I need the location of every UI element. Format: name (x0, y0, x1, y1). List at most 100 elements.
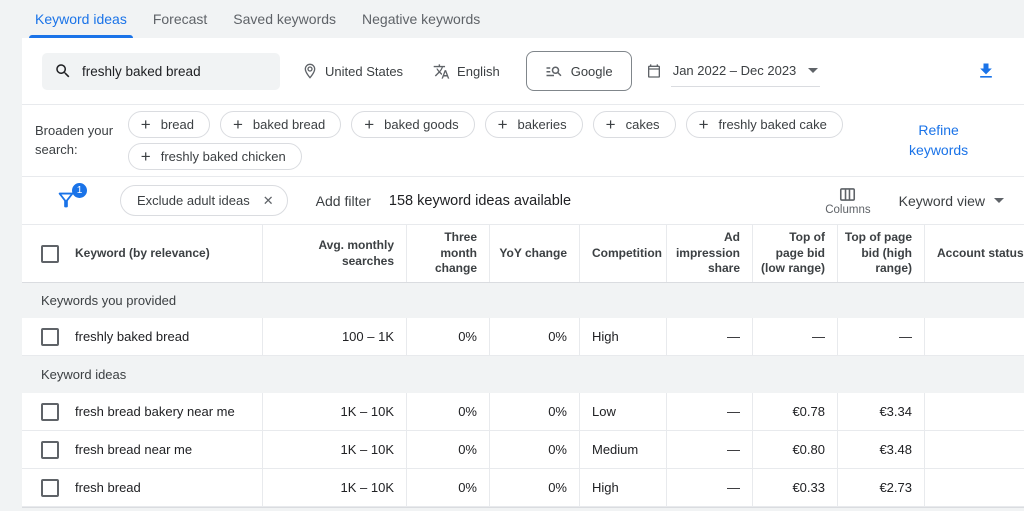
row-checkbox[interactable] (41, 403, 59, 421)
select-all-checkbox[interactable] (41, 245, 59, 263)
bid-low-cell: €0.33 (753, 469, 838, 506)
column-header-keyword[interactable]: Keyword (by relevance) (75, 246, 210, 262)
broaden-chip-cakes[interactable]: + cakes (593, 111, 676, 138)
location-label: United States (325, 64, 403, 79)
chevron-down-icon (808, 68, 818, 73)
chip-label: baked bread (253, 117, 325, 132)
chip-label: cakes (626, 117, 660, 132)
tab-label: Negative keywords (362, 11, 480, 27)
broaden-chip-bread[interactable]: +bread (128, 111, 210, 138)
bid-high-cell: — (838, 318, 925, 355)
three-month-change-cell: 0% (407, 431, 490, 468)
calendar-icon (646, 63, 662, 79)
location-pin-icon (302, 63, 318, 79)
filter-funnel-button[interactable]: 1 (55, 189, 79, 213)
keyword-view-label: Keyword view (899, 193, 985, 209)
bid-low-cell: — (753, 318, 838, 355)
column-header-top-of-page-bid-high[interactable]: Top of page bid (high range) (838, 225, 925, 282)
column-header-account-status[interactable]: Account status (925, 225, 1024, 282)
download-icon (976, 61, 996, 81)
tab-forecast[interactable]: Forecast (153, 0, 207, 38)
search-toolbar: United States English Google Jan (22, 38, 1024, 105)
broaden-chip-baked-goods[interactable]: + baked goods (351, 111, 474, 138)
table-row: fresh bread near me 1K – 10K 0% 0% Mediu… (22, 431, 1024, 469)
row-checkbox[interactable] (41, 441, 59, 459)
three-month-change-cell: 0% (407, 469, 490, 506)
search-input[interactable] (82, 64, 268, 79)
plus-icon: + (699, 116, 709, 133)
column-header-competition[interactable]: Competition (580, 225, 667, 282)
column-header-avg-monthly-searches[interactable]: Avg. monthly searches (263, 225, 407, 282)
bid-high-cell: €3.48 (838, 431, 925, 468)
location-selector[interactable]: United States (302, 63, 403, 79)
column-header-three-month-change[interactable]: Three month change (407, 225, 490, 282)
competition-cell: Low (580, 393, 667, 430)
bid-low-cell: €0.78 (753, 393, 838, 430)
broaden-chip-freshly-baked-chicken[interactable]: +freshly baked chicken (128, 143, 302, 170)
row-checkbox[interactable] (41, 479, 59, 497)
keyword-search-box[interactable] (42, 53, 280, 90)
close-icon[interactable]: ✕ (263, 193, 274, 209)
chip-label: freshly baked cake (719, 117, 827, 132)
date-range-label: Jan 2022 – Dec 2023 (673, 63, 797, 78)
table-row: freshly baked bread 100 – 1K 0% 0% High … (22, 318, 1024, 356)
bid-high-cell: €3.34 (838, 393, 925, 430)
account-status-cell (925, 431, 1024, 468)
competition-cell: High (580, 318, 667, 355)
yoy-change-cell: 0% (490, 469, 580, 506)
account-status-cell (925, 393, 1024, 430)
active-filter-chip[interactable]: Exclude adult ideas ✕ (120, 185, 288, 216)
chevron-down-icon (994, 198, 1004, 203)
yoy-change-cell: 0% (490, 393, 580, 430)
avg-searches-cell: 1K – 10K (263, 393, 407, 430)
chip-label: freshly baked chicken (161, 149, 286, 164)
keyword-planner-screen: Keyword ideas Forecast Saved keywords Ne… (0, 0, 1024, 511)
keyword-view-dropdown[interactable]: Keyword view (899, 193, 1004, 209)
tab-label: Forecast (153, 11, 207, 27)
avg-searches-cell: 1K – 10K (263, 469, 407, 506)
refine-keywords-link[interactable]: Refine keywords (895, 121, 982, 160)
add-filter-button[interactable]: Add filter (316, 193, 371, 209)
translate-icon (433, 63, 450, 80)
columns-button[interactable]: Columns (825, 185, 870, 216)
broaden-search-label: Broaden your search: (35, 122, 124, 160)
column-header-yoy-change[interactable]: YoY change (490, 225, 580, 282)
broaden-search-section: Broaden your search: +bread + baked bread… (22, 105, 1024, 177)
filter-chip-label: Exclude adult ideas (137, 193, 250, 208)
avg-searches-cell: 100 – 1K (263, 318, 407, 355)
broaden-chip-bakeries[interactable]: +bakeries (485, 111, 583, 138)
plus-icon: + (233, 116, 243, 133)
manage-search-icon (545, 62, 563, 80)
ad-impression-share-cell: — (667, 469, 753, 506)
keyword-cell: freshly baked bread (75, 329, 189, 344)
tab-negative-keywords[interactable]: Negative keywords (362, 0, 480, 38)
account-status-cell (925, 469, 1024, 506)
three-month-change-cell: 0% (407, 318, 490, 355)
plus-icon: + (606, 116, 616, 133)
section-header-keywords-you-provided: Keywords you provided (22, 283, 1024, 318)
ad-impression-share-cell: — (667, 318, 753, 355)
avg-searches-cell: 1K – 10K (263, 431, 407, 468)
broaden-chip-freshly-baked-cake[interactable]: + freshly baked cake (686, 111, 843, 138)
row-checkbox[interactable] (41, 328, 59, 346)
columns-label: Columns (825, 204, 870, 216)
plus-icon: + (364, 116, 374, 133)
yoy-change-cell: 0% (490, 431, 580, 468)
download-button[interactable] (976, 61, 996, 81)
tab-saved-keywords[interactable]: Saved keywords (233, 0, 336, 38)
column-header-top-of-page-bid-low[interactable]: Top of page bid (low range) (753, 225, 838, 282)
section-header-keyword-ideas: Keyword ideas (22, 356, 1024, 393)
language-selector[interactable]: English (433, 63, 500, 80)
chip-label: bakeries (518, 117, 567, 132)
competition-cell: Medium (580, 431, 667, 468)
yoy-change-cell: 0% (490, 318, 580, 355)
keyword-cell: fresh bread bakery near me (75, 404, 235, 419)
tab-keyword-ideas[interactable]: Keyword ideas (35, 0, 127, 38)
date-range-picker[interactable]: Jan 2022 – Dec 2023 (646, 56, 821, 87)
broaden-chip-baked-bread[interactable]: + baked bread (220, 111, 341, 138)
keyword-cell: fresh bread (75, 480, 141, 495)
column-header-ad-impression-share[interactable]: Ad impression share (667, 225, 753, 282)
chip-label: baked goods (384, 117, 458, 132)
network-selector-button[interactable]: Google (526, 51, 632, 91)
columns-icon (838, 185, 857, 204)
